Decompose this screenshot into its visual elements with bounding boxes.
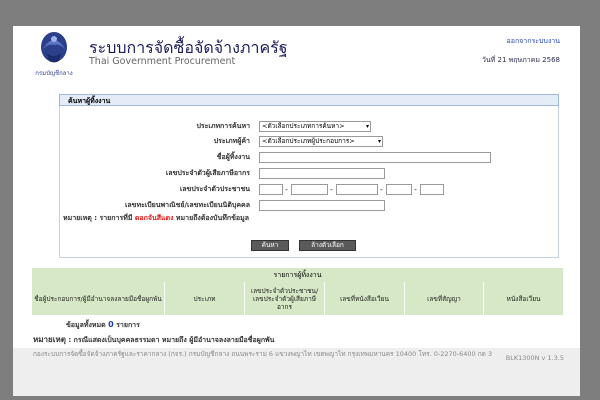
app-title-english: Thai Government Procurement	[89, 56, 236, 67]
search-type-label: ประเภทการค้นหา	[196, 122, 250, 130]
tax-id-input[interactable]	[259, 168, 385, 179]
results-remark: หมายเหตุ : กรณีแสดงเป็นบุคคลธรรมดา หมายถ…	[33, 333, 274, 346]
logout-link[interactable]: ออกจากระบบงาน	[507, 36, 560, 47]
vendor-type-label: ประเภทผู้ค้า	[213, 137, 250, 145]
citizen-id-part-2[interactable]	[291, 184, 328, 195]
registration-no-label: เลขทะเบียนพาณิชย์/เลขทะเบียนนิติบุคคล	[124, 201, 250, 209]
svg-text:กรมบัญชีกลาง: กรมบัญชีกลาง	[35, 69, 72, 77]
vendor-type-select[interactable]: <ตัวเลือกประเภทผู้ประกอบการ> ▾	[259, 136, 383, 147]
search-type-value: <ตัวเลือกประเภทการค้นหา>	[262, 122, 345, 130]
results-table-title: รายการผู้ทิ้งงาน	[32, 268, 563, 283]
citizen-id-part-1[interactable]	[259, 184, 283, 195]
required-note: หมายเหตุ : รายการที่มี ดอกจันสีแดง หมายถ…	[63, 213, 249, 224]
required-note-prefix: หมายเหตุ : รายการที่มี	[63, 214, 135, 222]
registration-no-input[interactable]	[259, 200, 385, 211]
tax-id-label: เลขประจำตัวผู้เสียภาษีอากร	[165, 169, 250, 177]
required-note-red: ดอกจันสีแดง	[134, 214, 174, 222]
separator-dash: -	[414, 185, 417, 194]
vendor-type-value: <ตัวเลือกประเภทผู้ประกอบการ>	[262, 137, 355, 145]
column-header-circular-no: เลขที่หนังสือเวียน	[325, 282, 405, 315]
citizen-id-part-3[interactable]	[336, 184, 378, 195]
column-header-id: เลขประจำตัวประชาชน/ เลขประจำตัวผู้เสียภา…	[245, 282, 325, 315]
remark-text: : กรณีแสดงเป็นบุคคลธรรมดา หมายถึง ผู้มีอ…	[65, 336, 275, 344]
column-header-vendor: ชื่อผู้ประกอบการ/ผู้มีอำนาจลงลายมือชื่อผ…	[32, 282, 165, 315]
version-label: BLK1300N v 1.3.5	[505, 354, 564, 362]
column-header-contract-no: เลขที่สัญญา	[405, 282, 484, 315]
citizen-id-part-5[interactable]	[420, 184, 444, 195]
required-note-suffix: หมายถึงต้องบันทึกข้อมูล	[173, 214, 249, 222]
vendor-name-label: ชื่อผู้ทิ้งงาน	[216, 153, 250, 161]
separator-dash: -	[330, 185, 333, 194]
citizen-id-label: เลขประจำตัวประชาชน	[179, 185, 250, 193]
column-header-circular: หนังสือเวียน	[506, 294, 541, 303]
citizen-id-part-4[interactable]	[386, 184, 412, 195]
current-date: วันที่ 21 พฤษภาคม 2568	[481, 56, 560, 64]
results-table-header: ชื่อผู้ประกอบการ/ผู้มีอำนาจลงลายมือชื่อผ…	[32, 282, 563, 315]
vendor-name-input[interactable]	[259, 152, 491, 163]
search-section-title: ค้นหาผู้ทิ้งงาน	[59, 94, 559, 106]
remark-label: หมายเหตุ	[33, 335, 66, 344]
separator-dash: -	[285, 185, 288, 194]
chevron-down-icon: ▾	[365, 123, 369, 130]
chevron-down-icon: ▾	[377, 138, 381, 145]
search-type-select[interactable]: <ตัวเลือกประเภทการค้นหา> ▾	[259, 121, 371, 132]
footer-address: กองระบบการจัดซื้อจัดจ้างภาครัฐและราคากลา…	[33, 350, 493, 358]
clear-button[interactable]: ล้างตัวเลือก	[299, 240, 356, 251]
result-count-suffix: รายการ	[116, 321, 140, 329]
result-count-prefix: ข้อมูลทั้งหมด	[66, 321, 106, 329]
separator-dash: -	[380, 185, 383, 194]
column-header-type: ประเภท	[165, 282, 245, 315]
result-count: ข้อมูลทั้งหมด 0 รายการ	[66, 320, 140, 331]
search-button[interactable]: ค้นหา	[251, 240, 289, 251]
result-count-number: 0	[108, 320, 114, 329]
cgd-logo: กรมบัญชีกลาง	[33, 29, 75, 81]
main-card: กรมบัญชีกลาง ระบบการจัดซื้อจัดจ้างภาครัฐ…	[13, 26, 580, 396]
